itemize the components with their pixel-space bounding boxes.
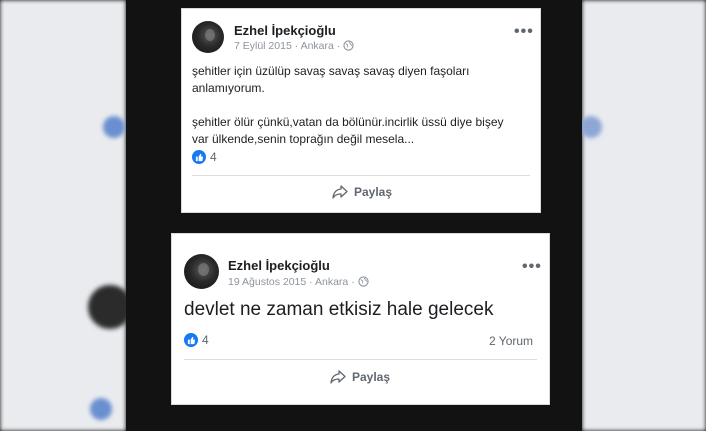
globe-icon: [343, 40, 354, 51]
blurred-background-left: [0, 0, 126, 431]
like-icon: [184, 333, 198, 347]
author-name[interactable]: Ezhel İpekçioğlu: [234, 23, 336, 38]
reaction-count[interactable]: 4: [192, 150, 217, 164]
text-line: şehitler için üzülüp savaş savaş savaş d…: [192, 64, 470, 78]
share-button[interactable]: Paylaş: [330, 370, 390, 384]
post-location[interactable]: Ankara: [315, 276, 348, 288]
divider: [192, 175, 530, 176]
post-meta: 19 Ağustos 2015 · Ankara ·: [228, 276, 369, 288]
blurred-like-icon: [90, 398, 112, 420]
post-meta: 7 Eylül 2015 · Ankara ·: [234, 40, 354, 52]
author-name[interactable]: Ezhel İpekçioğlu: [228, 258, 330, 273]
text-line: [192, 97, 504, 114]
like-icon: [192, 150, 206, 164]
globe-icon: [357, 276, 369, 287]
text-line: anlamıyorum.: [192, 81, 265, 95]
avatar[interactable]: [192, 21, 224, 53]
blurred-background-right: [582, 0, 706, 431]
blurred-like-icon: [580, 116, 602, 138]
post-text: devlet ne zaman etkisiz hale gelecek: [184, 299, 494, 320]
separator: ·: [351, 276, 355, 288]
more-icon[interactable]: •••: [514, 23, 534, 41]
post-location[interactable]: Ankara: [301, 40, 334, 52]
share-button[interactable]: Paylaş: [332, 185, 392, 199]
like-count: 4: [210, 150, 217, 164]
share-icon: [332, 185, 348, 199]
separator: ·: [309, 276, 313, 288]
share-label: Paylaş: [352, 370, 391, 384]
post-date[interactable]: 19 Ağustos 2015: [228, 276, 306, 288]
post-date[interactable]: 7 Eylül 2015: [234, 40, 292, 52]
text-line: var ülkende,senin toprağın değil mesela.…: [192, 132, 415, 146]
blurred-like-icon: [103, 116, 125, 138]
share-icon: [330, 370, 346, 384]
separator: ·: [336, 40, 341, 52]
reaction-count[interactable]: 4: [184, 333, 209, 347]
facebook-post-2: Ezhel İpekçioğlu 19 Ağustos 2015 · Ankar…: [172, 234, 549, 404]
text-line: şehitler ölür çünkü,vatan da bölünür.inc…: [192, 115, 504, 129]
divider: [184, 359, 537, 360]
share-label: Paylaş: [354, 185, 393, 199]
more-icon[interactable]: •••: [522, 258, 542, 276]
comment-count[interactable]: 2 Yorum: [489, 334, 533, 348]
post-text: şehitler için üzülüp savaş savaş savaş d…: [192, 63, 504, 148]
facebook-post-1: Ezhel İpekçioğlu 7 Eylül 2015 · Ankara ·…: [182, 9, 540, 212]
avatar[interactable]: [184, 254, 219, 289]
separator: ·: [294, 40, 299, 52]
like-count: 4: [202, 333, 209, 347]
